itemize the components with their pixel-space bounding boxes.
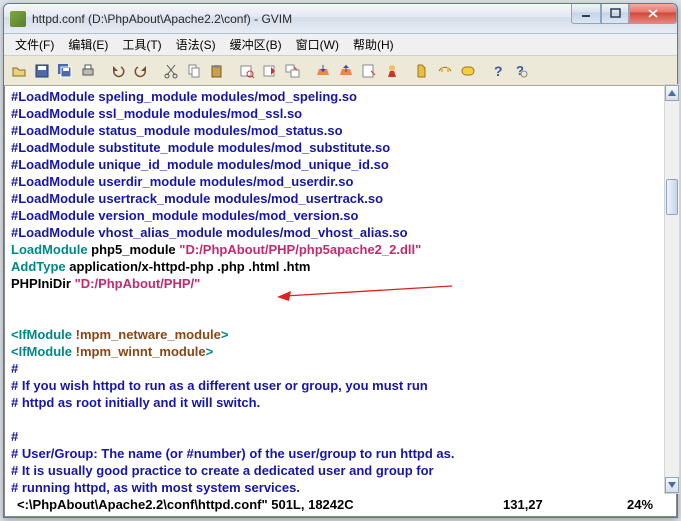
scrollbar-thumb[interactable] (666, 179, 678, 215)
find-next-icon[interactable] (259, 60, 281, 82)
replace-icon[interactable] (282, 60, 304, 82)
svg-text:?: ? (494, 63, 503, 79)
save-all-icon[interactable] (54, 60, 76, 82)
undo-icon[interactable] (107, 60, 129, 82)
code-token: #LoadModule (11, 89, 95, 104)
title-bar[interactable]: httpd.conf (D:\PhpAbout\Apache2.2\conf) … (4, 4, 677, 34)
menu-help[interactable]: 帮助(H) (346, 34, 401, 55)
window-buttons (571, 4, 677, 24)
print-icon[interactable] (77, 60, 99, 82)
toolbar: ? ? (4, 56, 677, 86)
menu-syntax[interactable]: 语法(S) (169, 34, 223, 55)
app-icon (10, 11, 26, 27)
cut-icon[interactable] (160, 60, 182, 82)
menu-bar: 文件(F) 编辑(E) 工具(T) 语法(S) 缓冲区(B) 窗口(W) 帮助(… (4, 34, 677, 56)
ctags-icon[interactable] (434, 60, 456, 82)
redo-icon[interactable] (130, 60, 152, 82)
menu-tools[interactable]: 工具(T) (115, 34, 168, 55)
status-pos: 131,27 (503, 496, 543, 513)
load-session-icon[interactable] (312, 60, 334, 82)
shell-icon[interactable] (411, 60, 433, 82)
scroll-down-icon[interactable] (665, 477, 679, 493)
status-line: <:\PhpAbout\Apache2.2\conf\httpd.conf" 5… (11, 496, 674, 513)
menu-file[interactable]: 文件(F) (8, 34, 61, 55)
run-script-icon[interactable] (358, 60, 380, 82)
maximize-button[interactable] (601, 4, 629, 24)
find-icon[interactable] (236, 60, 258, 82)
svg-text:?: ? (516, 63, 524, 78)
menu-window[interactable]: 窗口(W) (289, 34, 346, 55)
window-root: httpd.conf (D:\PhpAbout\Apache2.2\conf) … (3, 3, 678, 518)
copy-icon[interactable] (183, 60, 205, 82)
tag-jump-icon[interactable] (457, 60, 479, 82)
menu-edit[interactable]: 编辑(E) (61, 34, 115, 55)
save-icon[interactable] (31, 60, 53, 82)
window-title: httpd.conf (D:\PhpAbout\Apache2.2\conf) … (32, 12, 292, 26)
open-icon[interactable] (8, 60, 30, 82)
make-icon[interactable] (381, 60, 403, 82)
vertical-scrollbar[interactable] (664, 84, 680, 494)
menu-buffer[interactable]: 缓冲区(B) (223, 34, 289, 55)
close-button[interactable] (629, 4, 677, 24)
status-pct: 24% (627, 496, 653, 513)
minimize-button[interactable] (571, 4, 601, 24)
status-file: <:\PhpAbout\Apache2.2\conf\httpd.conf" 5… (17, 496, 354, 513)
save-session-icon[interactable] (335, 60, 357, 82)
editor-area[interactable]: #LoadModule speling_module modules/mod_s… (4, 86, 677, 517)
scroll-up-icon[interactable] (665, 85, 679, 101)
find-help-icon[interactable]: ? (510, 60, 532, 82)
paste-icon[interactable] (206, 60, 228, 82)
help-icon[interactable]: ? (487, 60, 509, 82)
